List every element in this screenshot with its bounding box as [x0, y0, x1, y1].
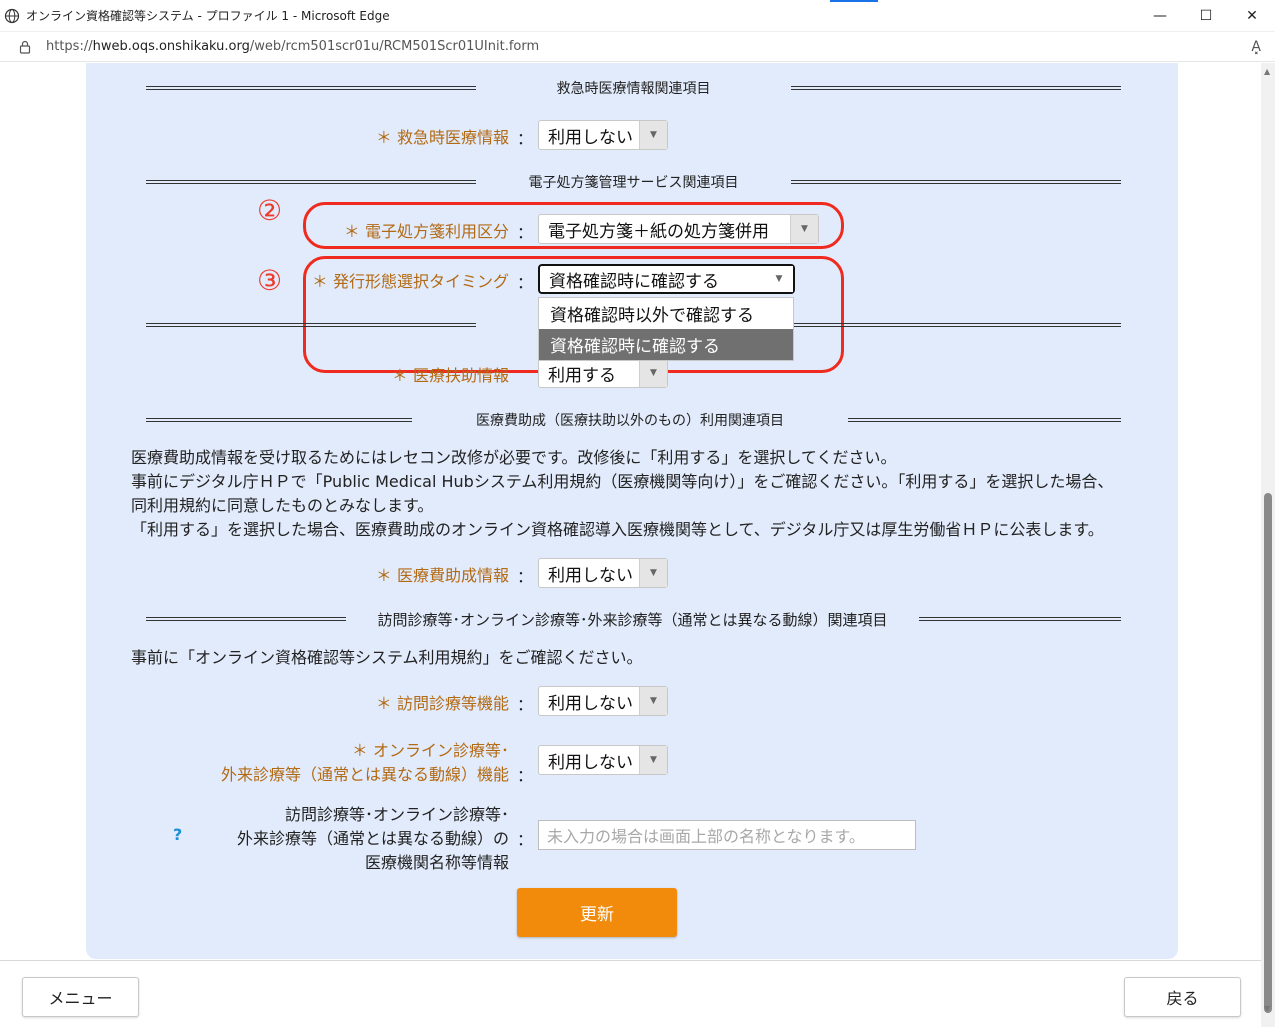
section-eprescription-title: 電子処方箋管理サービス関連項目	[528, 175, 739, 191]
page-scrollbar[interactable]: ▲ ▼	[1261, 63, 1275, 1027]
colon: ：	[517, 273, 534, 292]
visit-function-value: 利用しない	[548, 693, 633, 714]
dropdown-option[interactable]: 資格確認時以外で確認する	[539, 298, 793, 329]
scroll-thumb[interactable]	[1264, 493, 1272, 1013]
dropdown-option-selected[interactable]: 資格確認時に確認する	[539, 329, 793, 360]
online-function-value: 利用しない	[548, 752, 633, 773]
visit-notice: 事前に「オンライン資格確認等システム利用規約」をご確認ください。	[131, 648, 643, 667]
window-titlebar: オンライン資格確認等システム - プロファイル 1 - Microsoft Ed…	[0, 0, 1275, 32]
section-subsidy: 医療費助成（医療扶助以外のもの）利用関連項目	[146, 412, 1121, 429]
subsidy-notice-4: 「利用する」を選択した場合、医療費助成のオンライン資格確認導入医療機関等として、…	[131, 520, 1104, 539]
scroll-down-icon[interactable]: ▼	[1264, 1004, 1270, 1013]
medical-aid-value: 利用する	[548, 365, 616, 386]
colon: ：	[517, 695, 534, 714]
colon: ：	[517, 223, 534, 242]
section-visit-title: 訪問診療等･オンライン診療等･外来診療等（通常とは異なる動線）関連項目	[377, 610, 888, 629]
issue-timing-value: 資格確認時に確認する	[549, 271, 719, 292]
chevron-down-icon: ▼	[639, 687, 667, 715]
help-icon[interactable]: ?	[173, 825, 182, 844]
emergency-info-value: 利用しない	[548, 127, 633, 148]
facility-name-label-2: 外来診療等（通常とは異なる動線）の	[236, 829, 509, 848]
minimize-button[interactable]: —	[1137, 0, 1183, 32]
issue-timing-select[interactable]: 資格確認時に確認する ▼	[538, 264, 795, 294]
eprescription-type-label: ＊ 電子処方箋利用区分	[343, 222, 509, 241]
subsidy-notice-2: 事前にデジタル庁ＨＰで「Public Medical Hubシステム利用規約（医…	[131, 472, 1114, 491]
loading-indicator	[830, 0, 878, 2]
issue-timing-dropdown: 資格確認時以外で確認する 資格確認時に確認する	[538, 297, 794, 361]
facility-name-label-1: 訪問診療等･オンライン診療等･	[284, 805, 509, 824]
chevron-down-icon: ▼	[639, 359, 667, 387]
footer-divider	[0, 960, 1261, 961]
chevron-down-icon: ▼	[639, 746, 667, 774]
section-divider	[794, 323, 1121, 327]
subsidy-info-label: ＊ 医療費助成情報	[375, 566, 509, 585]
address-bar[interactable]: https://hweb.oqs.onshikaku.org/web/rcm50…	[0, 32, 1275, 62]
globe-icon	[4, 8, 20, 23]
online-function-label-2: 外来診療等（通常とは異なる動線）機能	[220, 765, 509, 784]
chevron-down-icon: ▼	[639, 559, 667, 587]
subsidy-info-select[interactable]: 利用しない ▼	[538, 558, 668, 588]
online-function-select[interactable]: 利用しない ▼	[538, 745, 668, 775]
section-subsidy-title: 医療費助成（医療扶助以外のもの）利用関連項目	[476, 413, 784, 429]
colon: ：	[517, 766, 534, 785]
section-divider	[146, 323, 476, 327]
chevron-down-icon: ▼	[639, 121, 667, 149]
colon: ：	[517, 830, 534, 849]
chevron-down-icon: ▼	[765, 266, 793, 292]
section-emergency: 救急時医療情報関連項目	[146, 80, 1121, 97]
facility-name-input[interactable]: 未入力の場合は画面上部の名称となります。	[538, 820, 916, 850]
eprescription-type-value: 電子処方箋＋紙の処方箋併用	[548, 221, 769, 242]
colon: ：	[517, 129, 534, 148]
lock-icon	[19, 40, 31, 54]
eprescription-type-select[interactable]: 電子処方箋＋紙の処方箋併用 ▼	[538, 214, 819, 244]
update-button[interactable]: 更新	[517, 888, 677, 937]
url-prefix: https://	[46, 39, 93, 54]
facility-name-label-3: 医療機関名称等情報	[364, 853, 509, 872]
visit-function-select[interactable]: 利用しない ▼	[538, 686, 668, 716]
colon: ：	[517, 567, 534, 586]
window-title: オンライン資格確認等システム - プロファイル 1 - Microsoft Ed…	[26, 9, 390, 23]
section-emergency-title: 救急時医療情報関連項目	[556, 81, 711, 97]
section-eprescription: 電子処方箋管理サービス関連項目	[146, 174, 1121, 191]
medical-aid-select[interactable]: 利用する ▼	[538, 358, 668, 388]
issue-timing-label: ＊ 発行形態選択タイミング	[311, 272, 509, 291]
visit-function-label: ＊ 訪問診療等機能	[375, 694, 509, 713]
close-button[interactable]: ✕	[1229, 0, 1275, 32]
menu-button[interactable]: メニュー	[22, 977, 139, 1017]
url-path: /web/rcm501scr01u/RCM501Scr01UInit.form	[249, 39, 540, 54]
subsidy-info-value: 利用しない	[548, 565, 633, 586]
subsidy-notice-1: 医療費助成情報を受け取るためにはレセコン改修が必要です。改修後に「利用する」を選…	[131, 448, 897, 467]
emergency-info-label: ＊ 救急時医療情報	[375, 128, 509, 147]
annotation-number-3: ③	[257, 264, 283, 297]
online-function-label-1: ＊ オンライン診療等･	[351, 741, 509, 760]
annotation-number-2: ②	[257, 194, 283, 227]
back-button[interactable]: 戻る	[1124, 977, 1241, 1017]
chevron-down-icon: ▼	[790, 215, 818, 243]
subsidy-notice-3: 同利用規約に同意したものとみなします。	[131, 496, 434, 515]
scroll-up-icon[interactable]: ▲	[1264, 67, 1270, 76]
section-visit: 訪問診療等･オンライン診療等･外来診療等（通常とは異なる動線）関連項目	[146, 610, 1121, 629]
url-text[interactable]: https://hweb.oqs.onshikaku.org/web/rcm50…	[46, 39, 539, 54]
medical-aid-label: ＊ 医療扶助情報	[391, 366, 509, 385]
read-aloud-icon[interactable]: A͓	[1251, 39, 1261, 55]
maximize-button[interactable]: ☐	[1183, 0, 1229, 32]
emergency-info-select[interactable]: 利用しない ▼	[538, 120, 668, 150]
url-host: hweb.oqs.onshikaku.org	[92, 39, 250, 54]
